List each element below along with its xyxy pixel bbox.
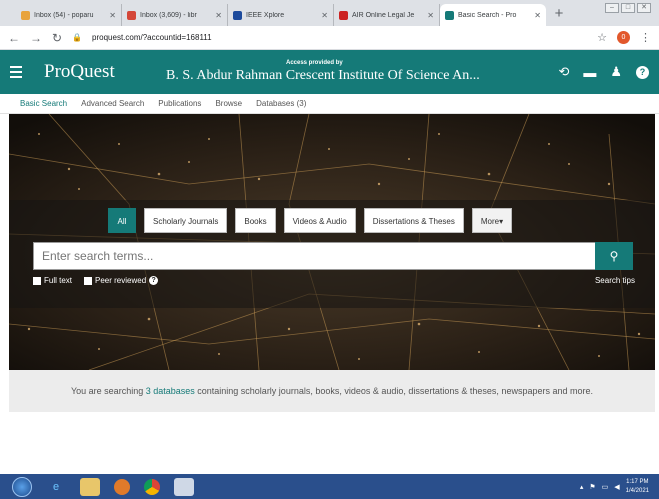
filter-more-dropdown[interactable]: More▾ (471, 208, 513, 233)
nav-publications[interactable]: Publications (158, 99, 201, 108)
tab-title: Basic Search - Pro (458, 11, 517, 19)
new-tab-button[interactable]: + (546, 5, 572, 22)
hero-banner: All Scholarly Journals Books Videos & Au… (9, 114, 655, 370)
info-prefix: You are searching (70, 386, 146, 396)
reload-icon[interactable]: ↻ (52, 31, 62, 45)
browser-tab-proquest[interactable]: Basic Search - Pro ✕ (440, 4, 546, 26)
close-tab-icon[interactable]: ✕ (109, 11, 116, 20)
system-tray: ▴ ⚑ ▭ ◀ 1:17 PM 1/4/2021 (580, 478, 659, 496)
window-controls: – □ ✕ (605, 3, 651, 13)
clock-time: 1:17 PM (626, 478, 649, 485)
full-text-label: Full text (44, 276, 73, 285)
proquest-icon (445, 10, 454, 20)
hamburger-menu-icon[interactable] (0, 66, 30, 78)
app-icon[interactable] (174, 477, 194, 496)
filter-dissertations-theses[interactable]: Dissertations & Theses (363, 208, 464, 233)
info-icon[interactable]: ? (149, 276, 159, 285)
network-icon[interactable]: ▭ (602, 483, 609, 491)
ie-icon[interactable]: e (46, 478, 66, 496)
browser-menu-icon[interactable]: ⋮ (640, 31, 651, 44)
databases-link[interactable]: 3 databases (146, 386, 195, 396)
search-options: Full text Peer reviewed ? (33, 276, 159, 285)
browser-tab-gmail-1[interactable]: Inbox (54) - poparu ✕ (16, 4, 122, 26)
full-text-checkbox[interactable] (33, 276, 41, 285)
nav-browse[interactable]: Browse (215, 99, 242, 108)
proquest-header: ProQuest Access provided by B. S. Abdur … (0, 50, 659, 94)
tab-title: Inbox (3,609) - libr (140, 11, 197, 19)
peer-reviewed-label: Peer reviewed (95, 276, 147, 285)
source-type-filters: All Scholarly Journals Books Videos & Au… (108, 208, 513, 233)
proquest-logo[interactable]: ProQuest (44, 61, 154, 83)
browser-toolbar: ← → ↻ 🔒 proquest.com/?accountid=168111 ☆… (0, 26, 659, 50)
history-icon[interactable]: ⟲ (558, 64, 569, 80)
close-tab-icon[interactable]: ✕ (427, 11, 434, 20)
clock[interactable]: 1:17 PM 1/4/2021 (626, 478, 649, 496)
clock-date: 1/4/2021 (625, 487, 649, 494)
start-button[interactable] (12, 476, 32, 497)
help-icon[interactable]: ? (636, 65, 649, 79)
search-input[interactable] (34, 243, 618, 269)
filter-books[interactable]: Books (235, 208, 276, 233)
close-window-icon[interactable]: ✕ (637, 3, 651, 13)
nav-advanced-search[interactable]: Advanced Search (81, 99, 144, 108)
tab-title: IEEE Xplore (246, 11, 285, 19)
maximize-icon[interactable]: □ (621, 3, 635, 13)
peer-reviewed-option[interactable]: Peer reviewed ? (84, 276, 159, 285)
bookmark-star-icon[interactable]: ☆ (597, 31, 607, 44)
search-tips-link[interactable]: Search tips (595, 276, 635, 285)
caret-down-icon: ▾ (499, 217, 504, 226)
search-button[interactable]: ⚲ (595, 242, 633, 270)
gmail-icon (127, 10, 136, 20)
nav-databases[interactable]: Databases (3) (256, 99, 306, 108)
nav-basic-search[interactable]: Basic Search (20, 99, 67, 108)
browser-tab-gmail-2[interactable]: Inbox (3,609) - libr ✕ (122, 4, 228, 26)
user-icon[interactable]: ♟ (610, 64, 622, 80)
media-player-icon[interactable] (114, 478, 130, 495)
header-icons: ⟲ ▬ ♟ ? (558, 64, 659, 80)
institution-banner: Access provided by B. S. Abdur Rahman Cr… (154, 60, 558, 84)
browser-tab-strip: Inbox (54) - poparu ✕ Inbox (3,609) - li… (0, 0, 659, 26)
folder-icon[interactable] (80, 477, 100, 496)
close-tab-icon[interactable]: ✕ (534, 11, 541, 20)
filter-all[interactable]: All (108, 208, 136, 233)
filter-videos-audio[interactable]: Videos & Audio (283, 208, 356, 233)
back-arrow-icon[interactable]: ← (8, 31, 20, 45)
flag-icon[interactable]: ⚑ (589, 483, 595, 491)
tab-favicon-icon (21, 10, 30, 20)
institution-name: B. S. Abdur Rahman Crescent Institute Of… (166, 68, 480, 83)
peer-reviewed-checkbox[interactable] (84, 276, 93, 285)
info-suffix: containing scholarly journals, books, vi… (194, 386, 593, 396)
tab-title: Inbox (54) - poparu (34, 11, 94, 19)
minimize-icon[interactable]: – (605, 3, 619, 13)
close-tab-icon[interactable]: ✕ (215, 11, 222, 20)
search-nav: Basic Search Advanced Search Publication… (0, 94, 659, 114)
browser-tab-ieee[interactable]: IEEE Xplore ✕ (228, 4, 334, 26)
access-provided-label: Access provided by (286, 60, 343, 66)
tab-title: AIR Online Legal Je (352, 11, 415, 19)
profile-avatar[interactable]: 0 (617, 31, 630, 44)
full-text-option[interactable]: Full text (33, 276, 72, 285)
windows-taskbar: e ▴ ⚑ ▭ ◀ 1:17 PM 1/4/2021 (0, 474, 659, 499)
ieee-icon (233, 10, 242, 20)
search-icon: ⚲ (609, 249, 619, 263)
search-box (33, 242, 619, 270)
browser-tab-air[interactable]: AIR Online Legal Je ✕ (334, 4, 440, 26)
forward-arrow-icon[interactable]: → (30, 31, 42, 45)
chrome-icon[interactable] (144, 478, 160, 495)
lock-icon[interactable]: 🔒 (72, 33, 82, 42)
tray-arrow-icon[interactable]: ▴ (580, 483, 584, 491)
close-tab-icon[interactable]: ✕ (321, 11, 328, 20)
filter-scholarly-journals[interactable]: Scholarly Journals (144, 208, 228, 233)
address-bar[interactable]: proquest.com/?accountid=168111 (92, 33, 587, 42)
more-label: More (480, 217, 500, 226)
air-icon (339, 10, 348, 20)
database-info-bar: You are searching 3 databases containing… (9, 370, 655, 412)
volume-icon[interactable]: ◀ (614, 483, 619, 491)
folder-icon[interactable]: ▬ (583, 65, 596, 80)
